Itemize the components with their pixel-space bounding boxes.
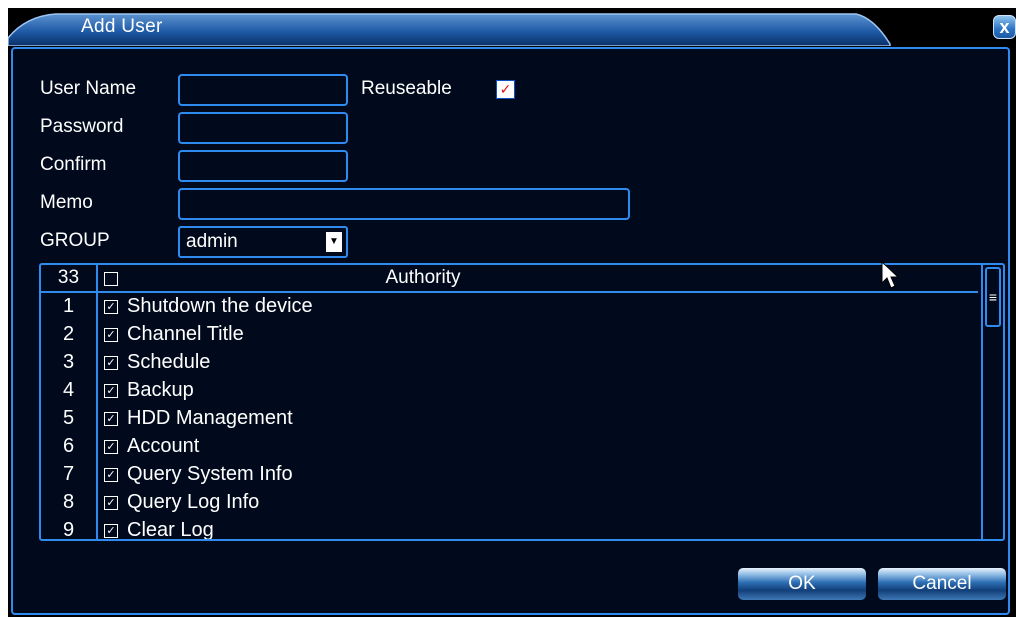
title-bar: Add User x xyxy=(8,8,1016,46)
row-number: 7 xyxy=(62,463,75,485)
row-label: Backup xyxy=(127,379,194,401)
password-label: Password xyxy=(40,116,124,137)
close-icon: x xyxy=(999,16,1010,37)
row-label: Shutdown the device xyxy=(127,295,313,317)
row-label: Account xyxy=(127,435,200,457)
user-name-input[interactable] xyxy=(178,74,348,106)
authority-row[interactable]: 9 ✓ Clear Log xyxy=(41,517,978,541)
row-label: Channel Title xyxy=(127,323,244,345)
confirm-input[interactable] xyxy=(178,150,348,182)
authority-row[interactable]: 3 ✓ Schedule xyxy=(41,349,978,377)
row-number: 2 xyxy=(62,323,75,345)
group-select[interactable]: admin ▼ xyxy=(178,226,348,258)
authority-row[interactable]: 8 ✓ Query Log Info xyxy=(41,489,978,517)
authority-header-label: Authority xyxy=(385,267,461,288)
authority-row[interactable]: 1 ✓ Shutdown the device xyxy=(41,293,978,321)
authority-table-header: 33 Authority xyxy=(41,265,978,293)
row-checkbox[interactable]: ✓ xyxy=(104,300,118,314)
memo-label: Memo xyxy=(40,192,93,213)
reuseable-checkbox[interactable]: ✓ xyxy=(496,80,515,99)
authority-row[interactable]: 4 ✓ Backup xyxy=(41,377,978,405)
confirm-label: Confirm xyxy=(40,154,107,175)
row-label: Query System Info xyxy=(127,463,293,485)
row-checkbox[interactable]: ✓ xyxy=(104,328,118,342)
row-number: 9 xyxy=(62,519,75,541)
authority-row[interactable]: 2 ✓ Channel Title xyxy=(41,321,978,349)
table-scrollbar[interactable]: ≡ xyxy=(981,265,1003,539)
row-checkbox[interactable]: ✓ xyxy=(104,496,118,510)
password-input[interactable] xyxy=(178,112,348,144)
ok-button[interactable]: OK xyxy=(738,568,866,600)
row-checkbox[interactable]: ✓ xyxy=(104,384,118,398)
mouse-cursor-icon xyxy=(881,261,899,289)
close-button[interactable]: x xyxy=(993,15,1016,39)
group-selected-value: admin xyxy=(186,231,238,252)
cancel-button[interactable]: Cancel xyxy=(878,568,1006,600)
form-panel: User Name Reuseable ✓ Password Confirm M… xyxy=(11,47,1010,615)
row-number: 8 xyxy=(62,491,75,513)
row-checkbox[interactable]: ✓ xyxy=(104,356,118,370)
row-number: 5 xyxy=(62,407,75,429)
row-number: 3 xyxy=(62,351,75,373)
user-name-label: User Name xyxy=(40,78,137,99)
row-checkbox[interactable]: ✓ xyxy=(104,412,118,426)
reuseable-label: Reuseable xyxy=(361,78,452,99)
authority-table: 33 Authority 1 ✓ Shutdown the device 2 ✓… xyxy=(39,263,1005,541)
row-number: 1 xyxy=(62,295,75,317)
row-label: Query Log Info xyxy=(127,491,260,513)
chevron-down-icon[interactable]: ▼ xyxy=(326,232,342,252)
authority-row[interactable]: 5 ✓ HDD Management xyxy=(41,405,978,433)
row-checkbox[interactable]: ✓ xyxy=(104,524,118,538)
add-user-window: Add User x User Name Reuseable ✓ Passwor… xyxy=(8,8,1016,617)
memo-input[interactable] xyxy=(178,188,630,220)
window-title: Add User xyxy=(81,16,163,37)
authority-row[interactable]: 6 ✓ Account xyxy=(41,433,978,461)
row-checkbox[interactable]: ✓ xyxy=(104,468,118,482)
row-label: HDD Management xyxy=(127,407,293,429)
row-checkbox[interactable]: ✓ xyxy=(104,440,118,454)
row-number: 6 xyxy=(62,435,75,457)
row-label: Clear Log xyxy=(127,519,214,541)
row-number: 4 xyxy=(62,379,75,401)
authority-row[interactable]: 7 ✓ Query System Info xyxy=(41,461,978,489)
row-label: Schedule xyxy=(127,351,211,373)
authority-count: 33 xyxy=(57,267,80,288)
scroll-thumb[interactable]: ≡ xyxy=(985,267,1001,327)
group-label: GROUP xyxy=(40,230,110,251)
